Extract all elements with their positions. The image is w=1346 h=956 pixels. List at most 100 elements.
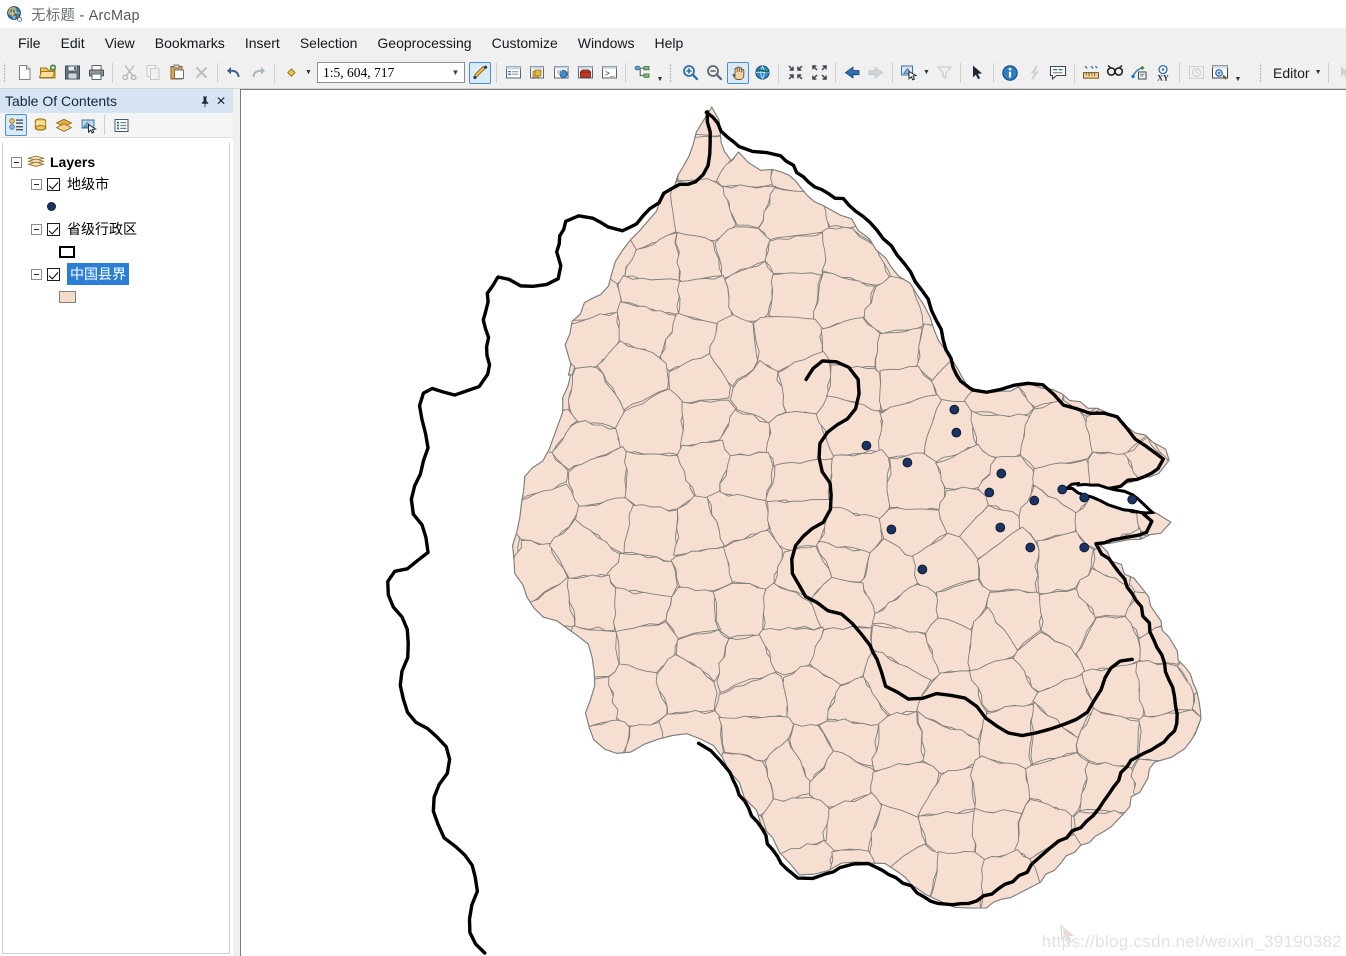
city-point-marker[interactable] <box>996 468 1007 479</box>
city-point-marker[interactable] <box>1057 484 1068 495</box>
html-popup-icon[interactable] <box>1047 62 1069 84</box>
search-window-icon[interactable] <box>550 62 572 84</box>
panel-splitter[interactable] <box>233 89 240 956</box>
open-document-icon[interactable] <box>37 62 59 84</box>
menu-view[interactable]: View <box>95 31 145 55</box>
city-point-marker[interactable] <box>1127 494 1138 505</box>
create-viewer-window-icon[interactable] <box>1209 62 1231 84</box>
city-point-marker[interactable] <box>1079 542 1090 553</box>
toc-layer-row[interactable]: 中国县界 <box>9 263 229 285</box>
add-data-dropdown-icon[interactable]: ▼ <box>303 62 314 84</box>
editor-toolbar-toggle-icon[interactable] <box>469 61 491 84</box>
menu-windows[interactable]: Windows <box>568 31 645 55</box>
add-data-icon[interactable] <box>280 62 302 84</box>
new-document-icon[interactable] <box>13 62 35 84</box>
modelbuilder-icon[interactable] <box>631 62 653 84</box>
expander-collapse-icon[interactable] <box>11 156 22 168</box>
layer-visibility-checkbox[interactable] <box>47 222 60 236</box>
hyperlink-icon[interactable] <box>1023 62 1045 84</box>
toc-layer-row[interactable]: 省级行政区 <box>9 218 229 240</box>
city-point-marker[interactable] <box>1025 542 1036 553</box>
city-point-marker[interactable] <box>1079 492 1090 503</box>
auto-hide-pin-icon[interactable] <box>197 93 213 109</box>
catalog-window-icon[interactable] <box>526 62 548 84</box>
expander-collapse-icon[interactable] <box>31 178 42 190</box>
pan-icon[interactable] <box>727 61 749 84</box>
filled-polygon-symbol-swatch[interactable] <box>59 290 76 303</box>
toolbar-grip[interactable] <box>668 62 675 83</box>
paste-icon[interactable] <box>166 62 188 84</box>
menu-edit[interactable]: Edit <box>51 31 95 55</box>
city-point-marker[interactable] <box>1029 495 1040 506</box>
measure-icon[interactable] <box>1080 62 1102 84</box>
toc-root-layers[interactable]: Layers <box>9 151 229 173</box>
toc-options-icon[interactable] <box>110 114 132 136</box>
city-point-marker[interactable] <box>861 440 872 451</box>
toolbar-grip[interactable] <box>1258 62 1265 83</box>
map-canvas[interactable]: https://blog.csdn.net/weixin_39190382 <box>240 89 1346 956</box>
menu-customize[interactable]: Customize <box>482 31 568 55</box>
toolbar-overflow-icon[interactable] <box>1232 62 1244 84</box>
python-window-icon[interactable]: >_ <box>598 62 620 84</box>
clear-selection-icon[interactable] <box>933 62 955 84</box>
toc-symbol-row[interactable] <box>9 285 229 308</box>
find-route-icon[interactable] <box>1128 62 1150 84</box>
close-icon[interactable]: ✕ <box>213 93 229 109</box>
editor-dropdown-icon[interactable]: ▼ <box>1313 62 1324 84</box>
go-to-xy-icon[interactable]: XY <box>1152 62 1174 84</box>
toc-layer-label-2[interactable]: 中国县界 <box>67 263 129 285</box>
select-features-icon[interactable] <box>898 62 920 84</box>
point-symbol-swatch[interactable] <box>47 202 56 211</box>
table-of-contents-icon[interactable] <box>502 62 524 84</box>
toolbar-grip[interactable] <box>2 62 9 83</box>
layer-visibility-checkbox[interactable] <box>47 177 60 191</box>
map-scale-combobox[interactable]: 1:5, 604, 717 ▼ <box>317 62 465 83</box>
zoom-out-icon[interactable] <box>703 62 725 84</box>
city-point-marker[interactable] <box>984 487 995 498</box>
expander-collapse-icon[interactable] <box>31 268 42 280</box>
list-by-drawing-order-icon[interactable] <box>5 114 27 136</box>
toc-symbol-row[interactable] <box>9 195 229 218</box>
list-by-visibility-icon[interactable] <box>53 114 75 136</box>
select-features-dropdown-icon[interactable]: ▼ <box>921 62 932 84</box>
redo-icon[interactable] <box>247 62 269 84</box>
city-point-marker[interactable] <box>886 524 897 535</box>
city-point-marker[interactable] <box>902 457 913 468</box>
editor-menu-button[interactable]: Editor <box>1268 65 1313 81</box>
go-forward-extent-icon[interactable] <box>865 62 887 84</box>
cut-icon[interactable] <box>118 62 140 84</box>
edit-tool-icon[interactable] <box>1334 62 1346 84</box>
chevron-down-icon[interactable]: ▼ <box>447 63 464 82</box>
menu-selection[interactable]: Selection <box>290 31 368 55</box>
delete-icon[interactable] <box>190 62 212 84</box>
list-by-selection-icon[interactable] <box>77 114 99 136</box>
layer-visibility-checkbox[interactable] <box>47 267 60 281</box>
hollow-polygon-symbol-swatch[interactable] <box>59 245 75 258</box>
toc-layer-tree[interactable]: Layers 地级市 省级行政区 中国县界 <box>2 143 230 954</box>
menu-help[interactable]: Help <box>645 31 694 55</box>
save-icon[interactable] <box>61 62 83 84</box>
menu-bookmarks[interactable]: Bookmarks <box>145 31 235 55</box>
fixed-zoom-out-icon[interactable] <box>808 62 830 84</box>
select-elements-icon[interactable] <box>966 62 988 84</box>
identify-icon[interactable] <box>999 62 1021 84</box>
city-point-marker[interactable] <box>949 404 960 415</box>
fixed-zoom-in-icon[interactable] <box>784 62 806 84</box>
city-point-marker[interactable] <box>951 427 962 438</box>
list-by-source-icon[interactable] <box>29 114 51 136</box>
toc-symbol-row[interactable] <box>9 240 229 263</box>
menu-geoprocessing[interactable]: Geoprocessing <box>367 31 481 55</box>
menu-file[interactable]: File <box>8 31 51 55</box>
print-icon[interactable] <box>85 62 107 84</box>
zoom-in-icon[interactable] <box>679 62 701 84</box>
find-icon[interactable] <box>1104 62 1126 84</box>
city-point-marker[interactable] <box>995 522 1006 533</box>
city-point-marker[interactable] <box>917 564 928 575</box>
expander-collapse-icon[interactable] <box>31 223 42 235</box>
undo-icon[interactable] <box>223 62 245 84</box>
toolbar-overflow-icon[interactable] <box>654 62 666 84</box>
toc-layer-row[interactable]: 地级市 <box>9 173 229 195</box>
copy-icon[interactable] <box>142 62 164 84</box>
menu-insert[interactable]: Insert <box>235 31 290 55</box>
arctoolbox-icon[interactable] <box>574 62 596 84</box>
